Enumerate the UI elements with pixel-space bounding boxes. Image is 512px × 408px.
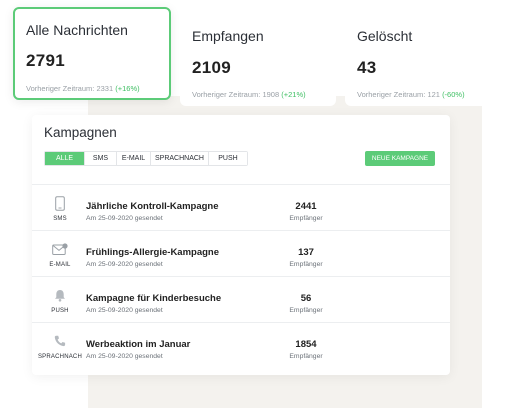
stat-value: 2791: [26, 51, 66, 70]
campaign-recipient-label: Empfänger: [289, 215, 323, 222]
stat-delta: (+16%): [115, 84, 140, 93]
campaign-recipient-label: Empfänger: [289, 307, 323, 314]
filter-tab-push[interactable]: PUSH: [209, 152, 247, 165]
campaign-row[interactable]: PUSH Kampagne für Kinderbesuche Am 25-09…: [32, 277, 450, 323]
campaigns-card: Kampagnen ALLE SMS E-MAIL SPRACHNACH PUS…: [32, 115, 450, 375]
campaign-name: Frühlings-Allergie-Kampagne: [86, 247, 220, 258]
stat-title: Alle Nachrichten: [26, 22, 128, 38]
campaign-type: SMS: [53, 216, 67, 222]
stat-value: 2109: [192, 58, 232, 77]
campaign-row[interactable]: E-MAIL Frühlings-Allergie-Kampagne Am 25…: [32, 231, 450, 277]
stat-delta: (-60%): [442, 90, 465, 99]
campaign-recipient-label: Empfänger: [289, 261, 323, 268]
filter-tab-sms[interactable]: SMS: [85, 152, 117, 165]
campaign-recipient-label: Empfänger: [289, 353, 323, 360]
stat-previous-label: Vorheriger Zeitraum: 121: [357, 90, 440, 99]
campaign-recipient-count: 137: [298, 247, 314, 258]
stat-title: Empfangen: [192, 28, 264, 44]
campaign-name: Jährliche Kontroll-Kampagne: [86, 201, 219, 212]
bell-icon: [50, 288, 70, 302]
campaign-row[interactable]: SMS Jährliche Kontroll-Kampagne Am 25-09…: [32, 185, 450, 231]
stat-previous-label: Vorheriger Zeitraum: 1908: [192, 90, 280, 99]
campaign-name: Kampagne für Kinderbesuche: [86, 293, 222, 304]
campaign-list: SMS Jährliche Kontroll-Kampagne Am 25-09…: [32, 184, 450, 369]
stat-value: 43: [357, 58, 377, 77]
filter-tab-all[interactable]: ALLE: [45, 152, 85, 165]
stat-previous-period: Vorheriger Zeitraum: 121 (-60%): [357, 90, 465, 99]
campaign-date: Am 25-09-2020 gesendet: [86, 261, 163, 268]
campaign-recipient-count: 2441: [295, 201, 317, 212]
filter-tab-voice[interactable]: SPRACHNACH: [151, 152, 209, 165]
new-campaign-button[interactable]: NEUE KAMPAGNE: [365, 151, 435, 166]
campaign-type: PUSH: [51, 308, 69, 314]
stat-delta: (+21%): [281, 90, 306, 99]
stat-card-received[interactable]: Empfangen 2109 Vorheriger Zeitraum: 1908…: [180, 14, 336, 106]
filter-tab-email[interactable]: E-MAIL: [117, 152, 151, 165]
campaign-date: Am 25-09-2020 gesendet: [86, 215, 163, 222]
stat-previous-label: Vorheriger Zeitraum: 2331: [26, 84, 114, 93]
phone-icon: [50, 195, 70, 211]
stat-previous-period: Vorheriger Zeitraum: 1908 (+21%): [192, 90, 306, 99]
campaign-date: Am 25-09-2020 gesendet: [86, 307, 163, 314]
campaign-type: SPRACHNACH: [37, 354, 82, 360]
telephone-handset-icon: [50, 334, 70, 348]
campaign-recipient-count: 1854: [295, 339, 317, 350]
stat-card-all-messages[interactable]: Alle Nachrichten 2791 Vorheriger Zeitrau…: [13, 7, 171, 100]
stat-title: Gelöscht: [357, 28, 413, 44]
campaigns-title: Kampagnen: [44, 125, 117, 140]
campaign-name: Werbeaktion im Januar: [86, 339, 191, 350]
campaign-row[interactable]: SPRACHNACH Werbeaktion im Januar Am 25-0…: [32, 323, 450, 369]
campaign-recipient-count: 56: [300, 293, 312, 304]
campaign-date: Am 25-09-2020 gesendet: [86, 353, 163, 360]
campaign-type: E-MAIL: [49, 262, 71, 268]
envelope-icon: [50, 242, 70, 256]
stat-previous-period: Vorheriger Zeitraum: 2331 (+16%): [26, 84, 140, 93]
campaign-filter-tabs: ALLE SMS E-MAIL SPRACHNACH PUSH: [44, 151, 248, 166]
stat-card-deleted[interactable]: Gelöscht 43 Vorheriger Zeitraum: 121 (-6…: [345, 14, 502, 106]
